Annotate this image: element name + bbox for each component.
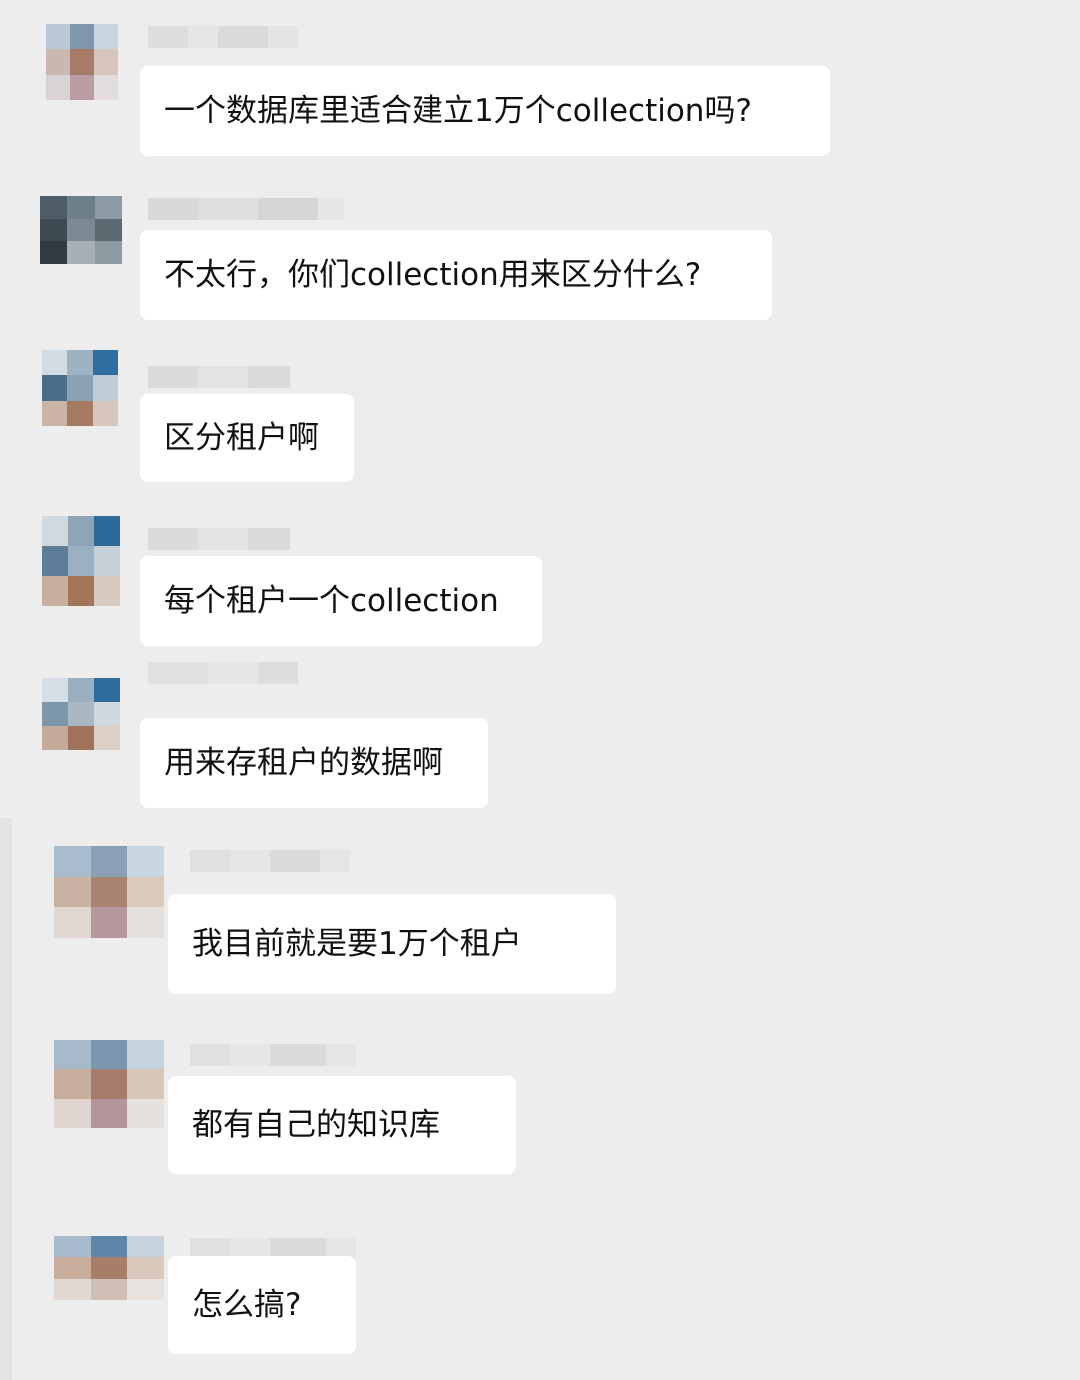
sender-name-blurred bbox=[148, 366, 290, 388]
message-bubble[interactable]: 每个租户一个collection bbox=[140, 556, 542, 646]
message-text: 用来存租户的数据啊 bbox=[164, 744, 443, 781]
message-bubble[interactable]: 不太行，你们collection用来区分什么? bbox=[140, 230, 772, 320]
sender-name-blurred bbox=[148, 198, 344, 220]
avatar[interactable] bbox=[54, 1040, 164, 1128]
avatar[interactable] bbox=[42, 350, 118, 426]
message-bubble[interactable]: 我目前就是要1万个租户 bbox=[168, 894, 616, 994]
quoted-region-shade bbox=[0, 818, 12, 1380]
message-bubble[interactable]: 都有自己的知识库 bbox=[168, 1076, 516, 1174]
sender-name-blurred bbox=[148, 528, 290, 550]
message-text: 怎么搞? bbox=[192, 1286, 302, 1323]
message-text: 一个数据库里适合建立1万个collection吗? bbox=[164, 92, 752, 129]
message-text: 不太行，你们collection用来区分什么? bbox=[164, 256, 702, 293]
message-text: 每个租户一个collection bbox=[164, 582, 499, 619]
avatar[interactable] bbox=[54, 846, 164, 938]
avatar[interactable] bbox=[46, 24, 118, 100]
sender-name-blurred bbox=[190, 850, 350, 872]
message-bubble[interactable]: 区分租户啊 bbox=[140, 394, 354, 482]
avatar[interactable] bbox=[42, 516, 120, 606]
message-bubble[interactable]: 怎么搞? bbox=[168, 1256, 356, 1354]
sender-name-blurred bbox=[148, 26, 298, 48]
avatar[interactable] bbox=[54, 1236, 164, 1300]
message-bubble[interactable]: 一个数据库里适合建立1万个collection吗? bbox=[140, 66, 830, 156]
message-text: 区分租户啊 bbox=[164, 419, 319, 456]
sender-name-blurred bbox=[148, 662, 298, 684]
avatar[interactable] bbox=[42, 678, 120, 750]
sender-name-blurred bbox=[190, 1044, 356, 1066]
message-bubble[interactable]: 用来存租户的数据啊 bbox=[140, 718, 488, 808]
message-text: 我目前就是要1万个租户 bbox=[192, 925, 522, 962]
message-text: 都有自己的知识库 bbox=[192, 1106, 440, 1143]
avatar[interactable] bbox=[40, 196, 122, 264]
